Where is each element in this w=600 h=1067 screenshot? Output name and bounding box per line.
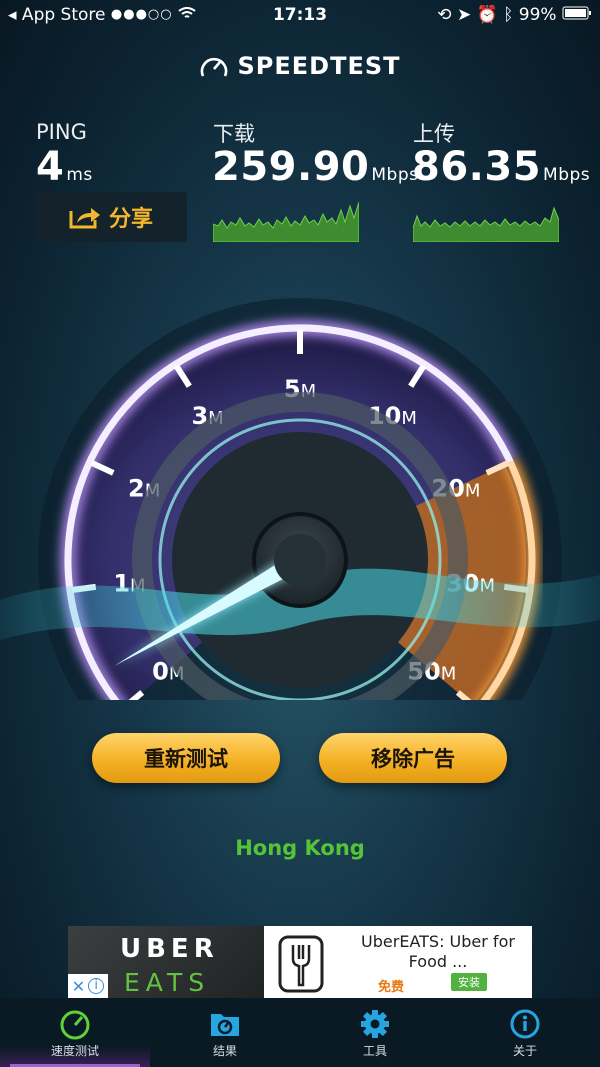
download-sparkline (213, 201, 359, 242)
logo-text: SPEEDTEST (237, 52, 401, 80)
tab-speedtest[interactable]: 速度测试 (0, 998, 150, 1067)
bluetooth-icon: ᛒ (503, 5, 514, 25)
upload-value-group: 86.35 Mbps (412, 144, 590, 190)
speedometer-icon (60, 1010, 90, 1040)
tab-label-speedtest: 速度测试 (50, 1044, 99, 1058)
tab-about[interactable]: 关于 (450, 998, 600, 1067)
status-right: ⟲ ➤ ⏰ ᛒ 99% (437, 5, 592, 25)
retest-button[interactable]: 重新测试 (92, 733, 280, 783)
battery-icon (562, 5, 592, 25)
share-label: 分享 (108, 207, 153, 232)
ad-brand-bottom: EATS (124, 968, 211, 997)
speed-gauge: 0M1M2M3M5M10M20M30M50M (0, 298, 600, 700)
server-location[interactable]: Hong Kong (0, 836, 600, 860)
ad-close-icon[interactable]: ✕ (72, 977, 85, 996)
alarm-icon: ⏰ (476, 5, 498, 25)
share-button[interactable]: 分享 (35, 192, 187, 242)
gauge-label-number: 2 (128, 474, 145, 502)
gauge-hub-cap (274, 534, 326, 586)
ad-price: 免费 (378, 980, 405, 995)
info-icon (510, 1009, 540, 1039)
ad-banner[interactable]: UBER EATS ✕ i UberEATS: Uber for Food ..… (68, 926, 532, 998)
ping-label: PING (36, 120, 87, 144)
location-icon: ➤ (456, 5, 472, 25)
ad-close-controls[interactable]: ✕ i (68, 974, 108, 998)
gear-icon (361, 1010, 389, 1038)
upload-sparkline (413, 206, 559, 242)
ad-info-icon[interactable]: i (88, 978, 105, 994)
tab-label-about: 关于 (512, 1044, 537, 1058)
download-value: 259.90 (212, 144, 370, 190)
remove-ads-button[interactable]: 移除广告 (319, 733, 507, 783)
tab-bar: 速度测试 结果 工具 关于 (0, 998, 600, 1067)
tab-label-tools: 工具 (362, 1044, 387, 1058)
gauge-label-unit: M (441, 664, 457, 685)
ad-title: UberEATS: Uber for Food ... (361, 932, 515, 971)
tab-results[interactable]: 结果 (150, 998, 300, 1067)
speedometer-logo-icon (201, 57, 228, 77)
tab-tools[interactable]: 工具 (300, 998, 450, 1067)
tab-label-results: 结果 (212, 1044, 237, 1058)
results-icon (211, 1014, 239, 1036)
fork-icon (278, 935, 324, 993)
upload-unit: Mbps (543, 165, 591, 185)
battery-percent: 99% (518, 5, 557, 25)
ping-value: 4 (36, 144, 65, 190)
rotation-lock-icon: ⟲ (437, 5, 452, 25)
gauge-label-number: 0 (152, 658, 169, 686)
status-bar: ◂ App Store ●●●○○ 17:13 ⟲ ➤ ⏰ ᛒ 99% (0, 0, 600, 30)
ad-brand-top: UBER (120, 934, 219, 964)
ad-app-icon (264, 932, 338, 996)
gauge-label-unit: M (465, 480, 481, 501)
speedtest-logo: SPEEDTEST (0, 52, 600, 80)
upload-value: 86.35 (412, 144, 542, 190)
ping-unit: ms (66, 165, 93, 185)
gauge-label-unit: M (401, 408, 417, 429)
download-value-group: 259.90 Mbps (212, 144, 418, 190)
ad-install-button[interactable]: 安装 (451, 973, 487, 991)
ping-value-group: 4 ms (36, 144, 93, 190)
share-icon (69, 208, 100, 229)
